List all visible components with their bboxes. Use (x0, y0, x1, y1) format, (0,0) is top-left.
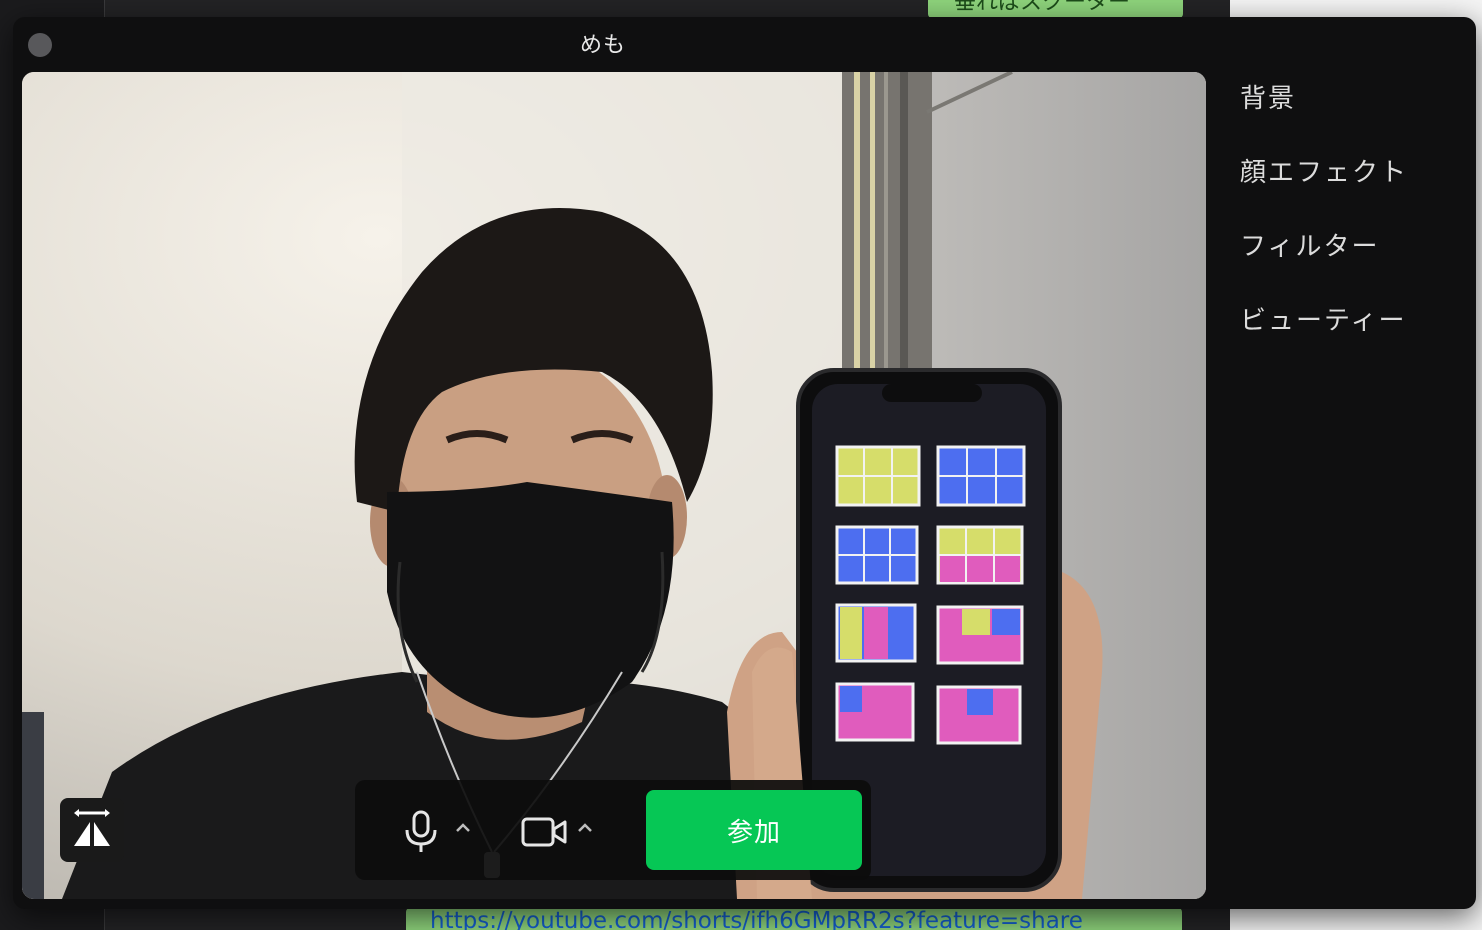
microphone-options-button[interactable] (455, 820, 471, 834)
menu-item-beauty[interactable]: ビューティー (1240, 301, 1460, 375)
background-chat-bubble: 垂ればスクーター (928, 0, 1183, 18)
camera-button[interactable] (521, 814, 569, 850)
video-camera-icon (521, 817, 567, 847)
chevron-up-icon (456, 823, 470, 832)
title-bar: めも (13, 17, 1476, 69)
mirror-flip-icon (74, 809, 110, 846)
video-preview-window: めも 参加 背景 顔エフェクト フィルター ビューティー (13, 17, 1476, 909)
camera-preview: 参加 (22, 72, 1206, 899)
join-button[interactable]: 参加 (646, 790, 862, 870)
background-link-text[interactable]: https://youtube.com/shorts/ifh6GMpRR2s?f… (430, 910, 1182, 930)
menu-item-filters[interactable]: フィルター (1240, 227, 1460, 301)
mirror-toggle-button[interactable] (60, 798, 124, 862)
microphone-icon (405, 810, 437, 852)
preview-control-bar: 参加 (355, 780, 871, 880)
effects-menu: 背景 顔エフェクト フィルター ビューティー (1240, 79, 1460, 375)
menu-item-face-effects[interactable]: 顔エフェクト (1240, 153, 1460, 227)
microphone-button[interactable] (403, 810, 439, 854)
window-title: めも (579, 33, 626, 58)
camera-feed-image (22, 72, 1206, 899)
menu-item-background[interactable]: 背景 (1240, 79, 1460, 153)
camera-options-button[interactable] (577, 820, 593, 834)
background-chat-bubble-text: 垂ればスクーター (954, 0, 1131, 15)
chevron-up-icon (578, 823, 592, 832)
background-link-bubble: https://youtube.com/shorts/ifh6GMpRR2s?f… (406, 908, 1182, 930)
